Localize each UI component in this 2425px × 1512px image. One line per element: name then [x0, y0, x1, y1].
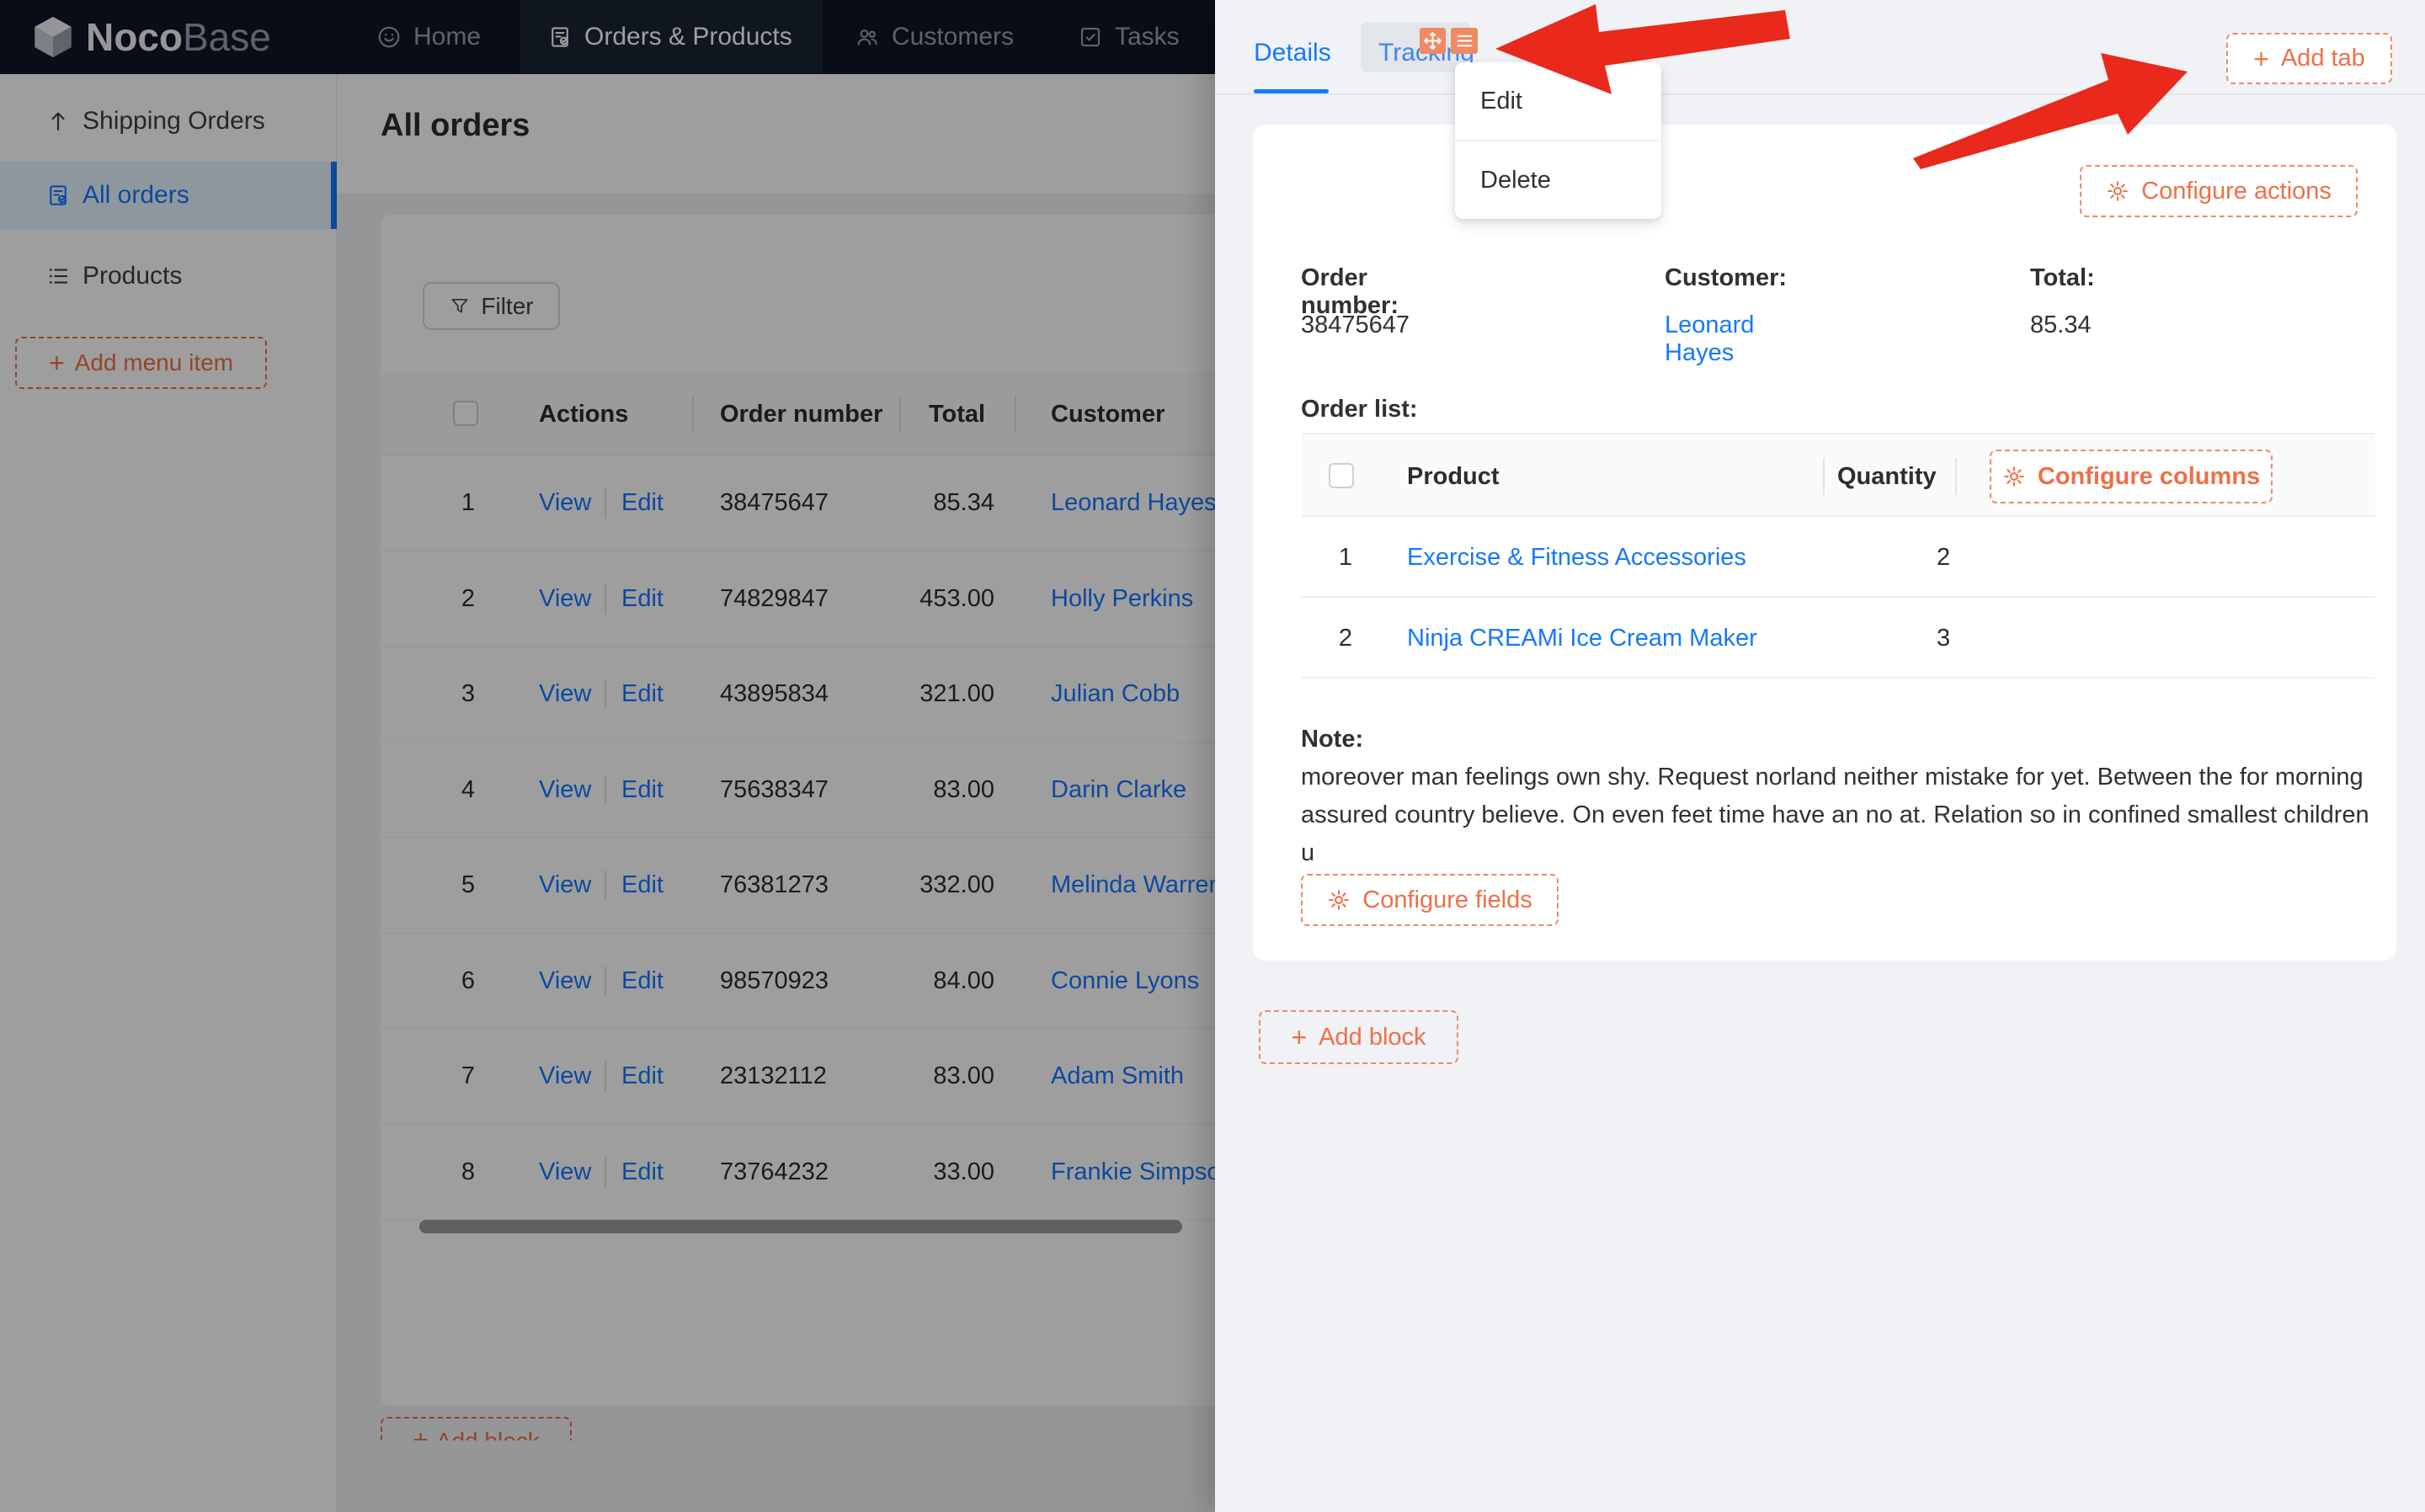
order-list-header: Product Quantity Configure columns [1301, 433, 2375, 517]
dim-overlay[interactable] [0, 0, 1215, 1512]
drawer-tab-bar: Details Tracking + Add tab [1215, 0, 2425, 95]
column-divider [1823, 458, 1825, 495]
field-label: Customer: [1665, 264, 1787, 292]
field-value: 85.34 [2030, 311, 2092, 339]
configure-columns-button[interactable]: Configure columns [1990, 450, 2273, 503]
menu-item-delete[interactable]: Delete [1455, 141, 1661, 219]
order-list-row: 2 Ninja CREAMi Ice Cream Maker 3 [1301, 598, 2375, 679]
select-all-checkbox[interactable] [1329, 463, 1354, 488]
field-label: Total: [2030, 264, 2095, 292]
menu-item-edit[interactable]: Edit [1455, 62, 1661, 140]
details-block: Configure actions Order number: 38475647… [1253, 125, 2396, 961]
product-link[interactable]: Ninja CREAMi Ice Cream Maker [1407, 598, 1757, 679]
tab-details[interactable]: Details [1254, 39, 1331, 67]
order-list-label: Order list: [1301, 396, 1418, 423]
row-index: 2 [1333, 598, 1358, 679]
order-list-table: Product Quantity Configure columns 1 Exe… [1301, 433, 2375, 679]
field-value: 38475647 [1301, 311, 1410, 339]
tab-context-menu: Edit Delete [1455, 62, 1661, 219]
note-label: Note: [1301, 726, 1363, 753]
plus-icon: + [1291, 1024, 1307, 1051]
column-header-quantity[interactable]: Quantity [1837, 434, 1937, 519]
configure-fields-button[interactable]: Configure fields [1301, 874, 1559, 926]
customer-link[interactable]: Leonard Hayes [1665, 311, 1754, 367]
add-tab-button[interactable]: + Add tab [2226, 33, 2392, 84]
note-text: moreover man feelings own shy. Request n… [1301, 759, 2383, 872]
quantity-cell: 2 [1937, 517, 1950, 598]
quantity-cell: 3 [1937, 598, 1950, 679]
column-divider [1955, 458, 1957, 495]
row-index: 1 [1333, 517, 1358, 598]
order-details-drawer: Details Tracking + Add tab Configure act… [1215, 0, 2425, 1512]
product-link[interactable]: Exercise & Fitness Accessories [1407, 517, 1746, 598]
gear-icon [1327, 888, 1351, 912]
configure-actions-button[interactable]: Configure actions [2080, 165, 2358, 217]
gear-icon [2002, 465, 2026, 488]
order-list-row: 1 Exercise & Fitness Accessories 2 [1301, 517, 2375, 598]
column-header-product[interactable]: Product [1407, 434, 1500, 519]
plus-icon: + [2253, 45, 2269, 72]
gear-icon [2106, 179, 2129, 203]
active-tab-indicator [1254, 89, 1329, 93]
tab-settings-menu-icon[interactable] [1451, 28, 1478, 54]
drag-handle-icon[interactable] [1420, 28, 1446, 54]
add-block-button[interactable]: + Add block [1259, 1010, 1458, 1064]
